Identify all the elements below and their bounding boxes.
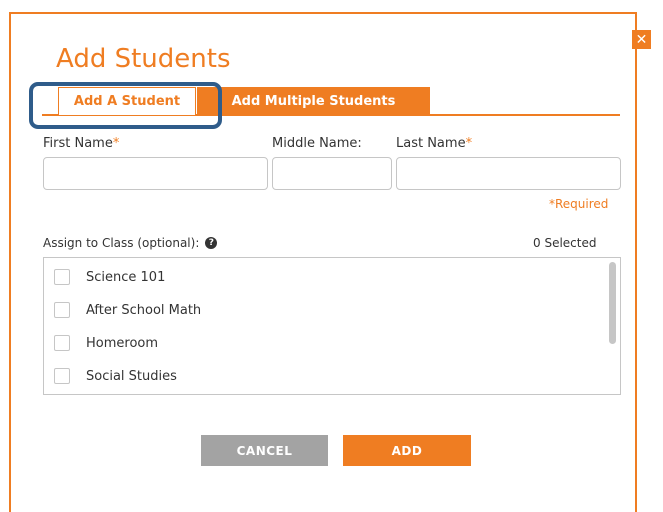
assign-class-label: Assign to Class (optional): [43,236,200,250]
assign-class-label-group: Assign to Class (optional): ? [43,236,218,250]
checkbox[interactable] [54,368,70,384]
class-item-label: Social Studies [86,368,177,384]
class-item-social-studies[interactable]: Social Studies [54,368,177,384]
class-item-label: Homeroom [86,335,159,351]
class-item-label: After School Math [86,302,202,318]
required-note: *Required [549,197,609,211]
required-star: * [112,136,120,151]
cancel-button[interactable]: CANCEL [201,435,328,466]
last-name-label: Last Name* [396,136,473,151]
class-item-homeroom[interactable]: Homeroom [54,335,158,351]
checkbox[interactable] [54,302,70,318]
dialog-title: Add Students [56,44,231,74]
checkbox[interactable] [54,335,70,351]
required-star: * [465,136,473,151]
class-item-science-101[interactable]: Science 101 [54,269,165,285]
middle-name-label: Middle Name: [272,136,362,151]
class-item-label: Science 101 [86,269,166,285]
first-name-label: First Name* [43,136,120,151]
class-item-after-school-math[interactable]: After School Math [54,302,201,318]
scrollbar-thumb[interactable] [609,262,616,344]
class-list[interactable]: Science 101 After School Math Homeroom S… [43,257,621,395]
checkbox[interactable] [54,269,70,285]
add-button[interactable]: ADD [343,435,471,466]
middle-name-field[interactable] [272,157,392,190]
tab-add-multiple-students[interactable]: Add Multiple Students [197,87,430,115]
question-circle-icon[interactable]: ? [205,237,218,249]
tab-add-a-student[interactable]: Add A Student [58,87,196,115]
last-name-field[interactable] [396,157,621,190]
first-name-field[interactable] [43,157,268,190]
close-icon[interactable]: ✕ [632,30,651,49]
selected-count: 0 Selected [533,236,597,250]
